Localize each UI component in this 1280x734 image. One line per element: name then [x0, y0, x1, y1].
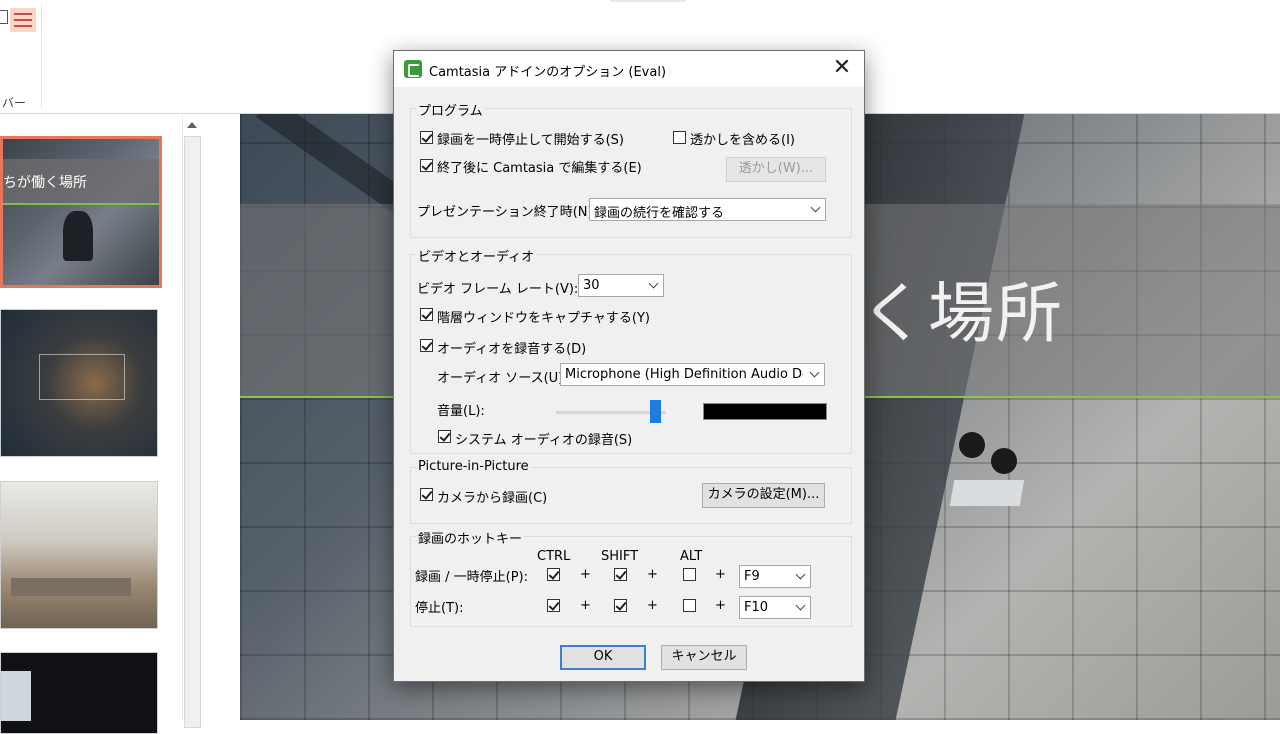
watermark-button[interactable]: 透かし(W)...	[726, 157, 826, 182]
hotkey-group-label: 録画のホットキー	[416, 528, 525, 547]
hotkey-col-ctrl: CTRL	[537, 549, 571, 564]
system-audio-checkbox[interactable]	[438, 430, 451, 443]
hotkey-row-stop-label: 停止(T):	[415, 601, 464, 616]
thumbnail-scrollbar[interactable]	[182, 116, 201, 728]
scroll-up-icon[interactable]	[187, 122, 197, 128]
slide-thumbnail-2[interactable]	[0, 309, 158, 457]
system-audio-label[interactable]: システム オーディオの録音(S)	[455, 429, 632, 448]
camera-settings-button[interactable]: カメラの設定(M)...	[702, 483, 825, 508]
hotkey-col-shift: SHIFT	[601, 549, 639, 564]
title-strip	[610, 0, 686, 2]
hotkey-pause-key-value: F9	[744, 569, 760, 584]
hotkey-row-pause-label: 録画 / 一時停止(P):	[415, 570, 529, 585]
slide-thumbnail-1[interactable]: ちが働く場所	[0, 136, 162, 288]
thumb-table	[11, 578, 131, 596]
audio-source-select[interactable]: Microphone (High Definition Audio Device…	[560, 363, 825, 386]
ribbon-divider	[41, 4, 42, 108]
audio-level-meter	[703, 403, 827, 420]
hotkey-stop-ctrl-checkbox[interactable]	[547, 599, 560, 612]
framerate-label: ビデオ フレーム レート(V):	[417, 282, 579, 297]
plus-sign: +	[580, 567, 591, 582]
watermark-label[interactable]: 透かしを含める(I)	[690, 129, 795, 148]
close-icon[interactable]: ✕	[828, 57, 856, 81]
plus-sign: +	[715, 598, 726, 613]
framerate-select[interactable]: 30	[578, 274, 664, 297]
dialog-title: Camtasia アドインのオプション (Eval)	[429, 65, 667, 80]
presentation-end-select[interactable]: 録画の続行を確認する	[589, 198, 826, 221]
layered-window-label[interactable]: 階層ウィンドウをキャプチャする(Y)	[437, 307, 650, 326]
volume-slider-thumb[interactable]	[650, 400, 661, 423]
pause-start-label[interactable]: 録画を一時停止して開始する(S)	[437, 129, 624, 148]
camtasia-icon	[404, 60, 422, 78]
hotkey-stop-key-value: F10	[744, 600, 769, 615]
dialog-titlebar[interactable]: Camtasia アドインのオプション (Eval) ✕	[394, 51, 864, 87]
plus-sign: +	[580, 598, 591, 613]
slide-thumbnail-3[interactable]	[0, 481, 158, 629]
chevron-down-icon	[810, 202, 821, 213]
hotkey-pause-alt-checkbox[interactable]	[683, 568, 696, 581]
video-audio-group-label: ビデオとオーディオ	[416, 246, 537, 265]
slide-title: く場所	[860, 275, 1064, 352]
ribbon-group-label: バー	[2, 96, 27, 110]
audio-source-label: オーディオ ソース(U):	[437, 371, 568, 386]
thumb-title: ちが働く場所	[3, 175, 87, 191]
volume-label: 音量(L):	[437, 404, 485, 419]
record-audio-label[interactable]: オーディオを録音する(D)	[437, 338, 586, 357]
record-audio-checkbox[interactable]	[420, 339, 433, 352]
hotkey-stop-shift-checkbox[interactable]	[614, 599, 627, 612]
camtasia-options-dialog: Camtasia アドインのオプション (Eval) ✕ プログラム 録画を一時…	[393, 50, 865, 682]
layered-window-checkbox[interactable]	[420, 308, 433, 321]
slide-laptop	[949, 480, 1025, 506]
program-group-label: プログラム	[416, 100, 485, 119]
hotkey-stop-alt-checkbox[interactable]	[683, 599, 696, 612]
camera-record-label[interactable]: カメラから録画(C)	[437, 487, 547, 506]
scrollbar-thumb[interactable]	[184, 136, 201, 728]
presentation-end-value: 録画の続行を確認する	[594, 206, 725, 221]
chevron-down-icon	[648, 278, 659, 289]
hotkey-pause-shift-checkbox[interactable]	[614, 568, 627, 581]
presentation-end-label: プレゼンテーション終了時(N):	[417, 205, 597, 220]
plus-sign: +	[715, 567, 726, 582]
camera-record-checkbox[interactable]	[420, 488, 433, 501]
hotkey-pause-key-select[interactable]: F9	[739, 565, 811, 588]
plus-sign: +	[647, 567, 658, 582]
chevron-down-icon	[809, 367, 820, 378]
audio-source-value: Microphone (High Definition Audio Device…	[565, 367, 803, 382]
hotkey-col-alt: ALT	[680, 549, 703, 564]
ribbon-icons	[0, 6, 40, 32]
watermark-checkbox[interactable]	[673, 131, 686, 144]
edit-after-label[interactable]: 終了後に Camtasia で編集する(E)	[437, 157, 642, 176]
hotkey-stop-key-select[interactable]: F10	[739, 596, 811, 619]
arrange-icon[interactable]	[10, 8, 36, 32]
edit-after-checkbox[interactable]	[420, 159, 433, 172]
hotkey-pause-ctrl-checkbox[interactable]	[547, 568, 560, 581]
thumb-screen	[1, 671, 31, 721]
pip-group-label: Picture-in-Picture	[416, 459, 531, 474]
layout-icon[interactable]	[0, 10, 8, 24]
cancel-button[interactable]: キャンセル	[661, 645, 747, 670]
ok-button[interactable]: OK	[560, 645, 646, 670]
thumb-quote-box	[39, 354, 125, 400]
chevron-down-icon	[795, 600, 806, 611]
plus-sign: +	[647, 598, 658, 613]
pause-start-checkbox[interactable]	[420, 131, 433, 144]
framerate-value: 30	[583, 278, 600, 293]
chevron-down-icon	[795, 569, 806, 580]
thumb-figure	[63, 211, 93, 261]
slide-thumbnail-4[interactable]	[0, 652, 158, 734]
